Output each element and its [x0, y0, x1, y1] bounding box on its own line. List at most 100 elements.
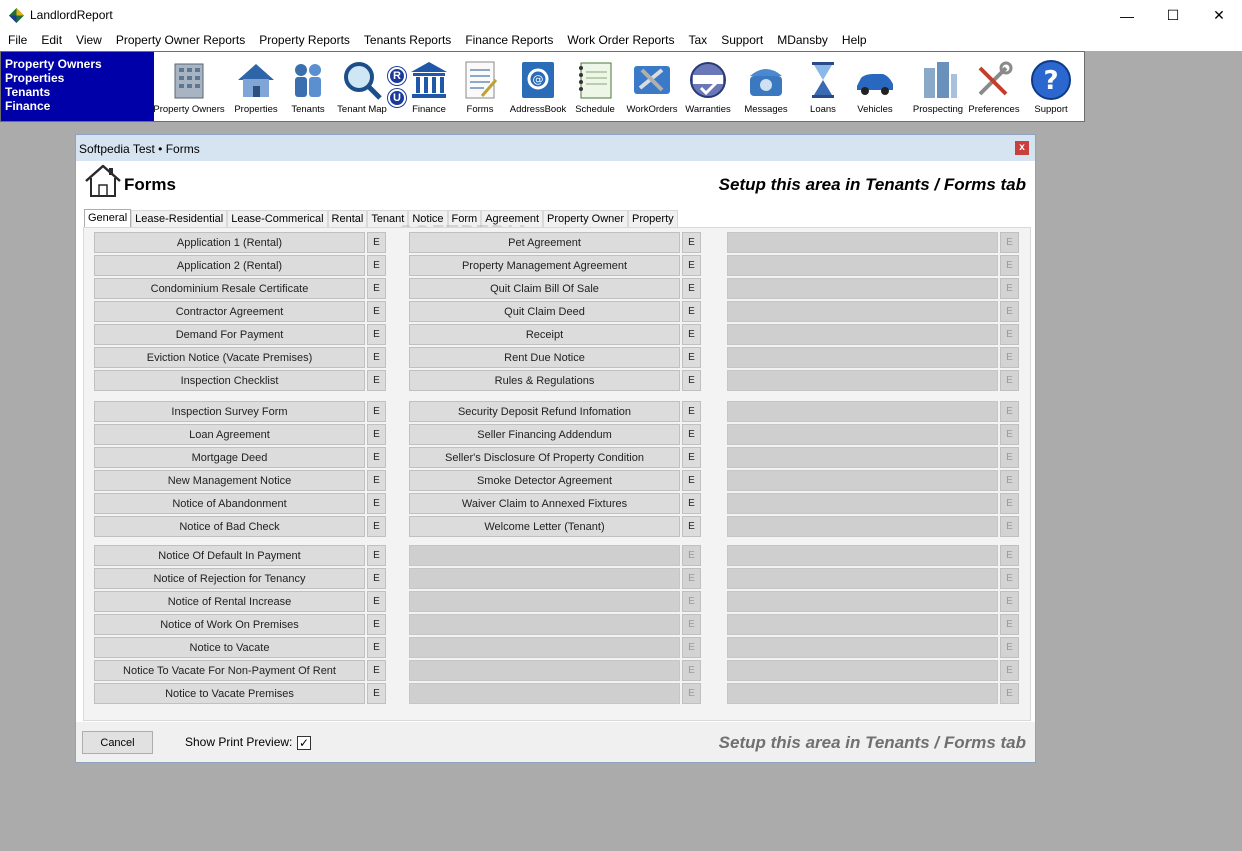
edit-form-button[interactable]: E	[682, 347, 701, 368]
menu-help[interactable]: Help	[835, 31, 874, 51]
toolbar-support-button[interactable]: ? Support	[1011, 52, 1091, 121]
menu-edit[interactable]: Edit	[34, 31, 69, 51]
edit-form-button: E	[1000, 660, 1019, 681]
form-button-notice-to-vacate[interactable]: Notice to Vacate	[94, 637, 365, 658]
edit-form-button[interactable]: E	[367, 447, 386, 468]
form-button-inspection-checklist[interactable]: Inspection Checklist	[94, 370, 365, 391]
tab-rental[interactable]: Rental	[327, 210, 368, 228]
maximize-button[interactable]: ☐	[1150, 0, 1196, 31]
form-button-condominium-resale-certificate[interactable]: Condominium Resale Certificate	[94, 278, 365, 299]
edit-form-button[interactable]: E	[682, 301, 701, 322]
edit-form-button[interactable]: E	[367, 324, 386, 345]
edit-form-button[interactable]: E	[682, 370, 701, 391]
form-button-rent-due-notice[interactable]: Rent Due Notice	[409, 347, 680, 368]
edit-form-button[interactable]: E	[367, 637, 386, 658]
form-button-smoke-detector-agreement[interactable]: Smoke Detector Agreement	[409, 470, 680, 491]
form-button-quit-claim-bill-of-sale[interactable]: Quit Claim Bill Of Sale	[409, 278, 680, 299]
form-button-welcome-letter-tenant[interactable]: Welcome Letter (Tenant)	[409, 516, 680, 537]
edit-form-button[interactable]: E	[367, 614, 386, 635]
edit-form-button[interactable]: E	[367, 424, 386, 445]
menu-finance-reports[interactable]: Finance Reports	[458, 31, 560, 51]
form-button-notice-of-bad-check[interactable]: Notice of Bad Check	[94, 516, 365, 537]
form-button-property-management-agreement[interactable]: Property Management Agreement	[409, 255, 680, 276]
form-button-security-deposit-refund-infomation[interactable]: Security Deposit Refund Infomation	[409, 401, 680, 422]
quicknav-finance[interactable]: Finance	[5, 99, 154, 113]
menu-work-order-reports[interactable]: Work Order Reports	[560, 31, 681, 51]
form-button-notice-to-vacate-premises[interactable]: Notice to Vacate Premises	[94, 683, 365, 704]
edit-form-button[interactable]: E	[367, 278, 386, 299]
badge-r-icon[interactable]: R	[388, 67, 406, 85]
form-button-notice-of-abandonment[interactable]: Notice of Abandonment	[94, 493, 365, 514]
form-button-notice-of-work-on-premises[interactable]: Notice of Work On Premises	[94, 614, 365, 635]
edit-form-button[interactable]: E	[682, 324, 701, 345]
quicknav-property-owners[interactable]: Property Owners	[5, 57, 154, 71]
menu-tax[interactable]: Tax	[682, 31, 715, 51]
edit-form-button[interactable]: E	[367, 683, 386, 704]
edit-form-button[interactable]: E	[367, 301, 386, 322]
tab-property-owner[interactable]: Property Owner	[543, 210, 629, 228]
edit-form-button[interactable]: E	[682, 470, 701, 491]
quicknav-tenants[interactable]: Tenants	[5, 85, 154, 99]
form-button-notice-to-vacate-for-non-payment-of-rent[interactable]: Notice To Vacate For Non-Payment Of Rent	[94, 660, 365, 681]
tab-lease-residential[interactable]: Lease-Residential	[131, 210, 228, 228]
edit-form-button[interactable]: E	[367, 347, 386, 368]
edit-form-button[interactable]: E	[682, 401, 701, 422]
edit-form-button[interactable]: E	[682, 232, 701, 253]
form-button-seller-s-disclosure-of-property-condition[interactable]: Seller's Disclosure Of Property Conditio…	[409, 447, 680, 468]
edit-form-button[interactable]: E	[367, 545, 386, 566]
form-button-waiver-claim-to-annexed-fixtures[interactable]: Waiver Claim to Annexed Fixtures	[409, 493, 680, 514]
quicknav-properties[interactable]: Properties	[5, 71, 154, 85]
cancel-button[interactable]: Cancel	[82, 731, 153, 754]
menu-support[interactable]: Support	[714, 31, 770, 51]
form-button-application-1-rental[interactable]: Application 1 (Rental)	[94, 232, 365, 253]
menu-file[interactable]: File	[1, 31, 34, 51]
tab-general[interactable]: General	[84, 209, 132, 228]
minimize-button[interactable]: —	[1104, 0, 1150, 31]
edit-form-button[interactable]: E	[367, 370, 386, 391]
menu-view[interactable]: View	[69, 31, 109, 51]
form-button-notice-of-rejection-for-tenancy[interactable]: Notice of Rejection for Tenancy	[94, 568, 365, 589]
edit-form-button[interactable]: E	[367, 660, 386, 681]
edit-form-button[interactable]: E	[682, 424, 701, 445]
toolbar-label: Support	[1034, 104, 1068, 115]
close-window-button[interactable]: ✕	[1196, 0, 1242, 31]
badge-u-icon[interactable]: U	[388, 89, 406, 107]
edit-form-button[interactable]: E	[682, 278, 701, 299]
form-button-new-management-notice[interactable]: New Management Notice	[94, 470, 365, 491]
edit-form-button[interactable]: E	[367, 493, 386, 514]
form-button-pet-agreement[interactable]: Pet Agreement	[409, 232, 680, 253]
edit-form-button[interactable]: E	[367, 516, 386, 537]
form-button-rules-and-regulations[interactable]: Rules & Regulations	[409, 370, 680, 391]
form-button-quit-claim-deed[interactable]: Quit Claim Deed	[409, 301, 680, 322]
menu-mdansby[interactable]: MDansby	[770, 31, 835, 51]
tab-property[interactable]: Property	[628, 210, 678, 228]
form-slot-empty	[727, 614, 998, 635]
form-button-demand-for-payment[interactable]: Demand For Payment	[94, 324, 365, 345]
edit-form-button[interactable]: E	[682, 255, 701, 276]
form-button-loan-agreement[interactable]: Loan Agreement	[94, 424, 365, 445]
tab-lease-commerical[interactable]: Lease-Commerical	[227, 210, 328, 228]
edit-form-button[interactable]: E	[367, 568, 386, 589]
edit-form-button[interactable]: E	[682, 516, 701, 537]
form-button-seller-financing-addendum[interactable]: Seller Financing Addendum	[409, 424, 680, 445]
form-button-eviction-notice-vacate-premises[interactable]: Eviction Notice (Vacate Premises)	[94, 347, 365, 368]
form-button-inspection-survey-form[interactable]: Inspection Survey Form	[94, 401, 365, 422]
edit-form-button[interactable]: E	[367, 470, 386, 491]
edit-form-button[interactable]: E	[367, 232, 386, 253]
show-print-preview-checkbox[interactable]: ✓	[297, 736, 311, 750]
menu-property-owner-reports[interactable]: Property Owner Reports	[109, 31, 252, 51]
menu-property-reports[interactable]: Property Reports	[252, 31, 357, 51]
edit-form-button[interactable]: E	[682, 447, 701, 468]
form-button-receipt[interactable]: Receipt	[409, 324, 680, 345]
form-button-notice-of-default-in-payment[interactable]: Notice Of Default In Payment	[94, 545, 365, 566]
form-button-mortgage-deed[interactable]: Mortgage Deed	[94, 447, 365, 468]
form-button-notice-of-rental-increase[interactable]: Notice of Rental Increase	[94, 591, 365, 612]
menu-tenants-reports[interactable]: Tenants Reports	[357, 31, 458, 51]
edit-form-button[interactable]: E	[367, 255, 386, 276]
form-button-contractor-agreement[interactable]: Contractor Agreement	[94, 301, 365, 322]
dialog-close-button[interactable]: x	[1015, 141, 1029, 155]
edit-form-button[interactable]: E	[682, 493, 701, 514]
form-button-application-2-rental[interactable]: Application 2 (Rental)	[94, 255, 365, 276]
edit-form-button[interactable]: E	[367, 591, 386, 612]
edit-form-button[interactable]: E	[367, 401, 386, 422]
